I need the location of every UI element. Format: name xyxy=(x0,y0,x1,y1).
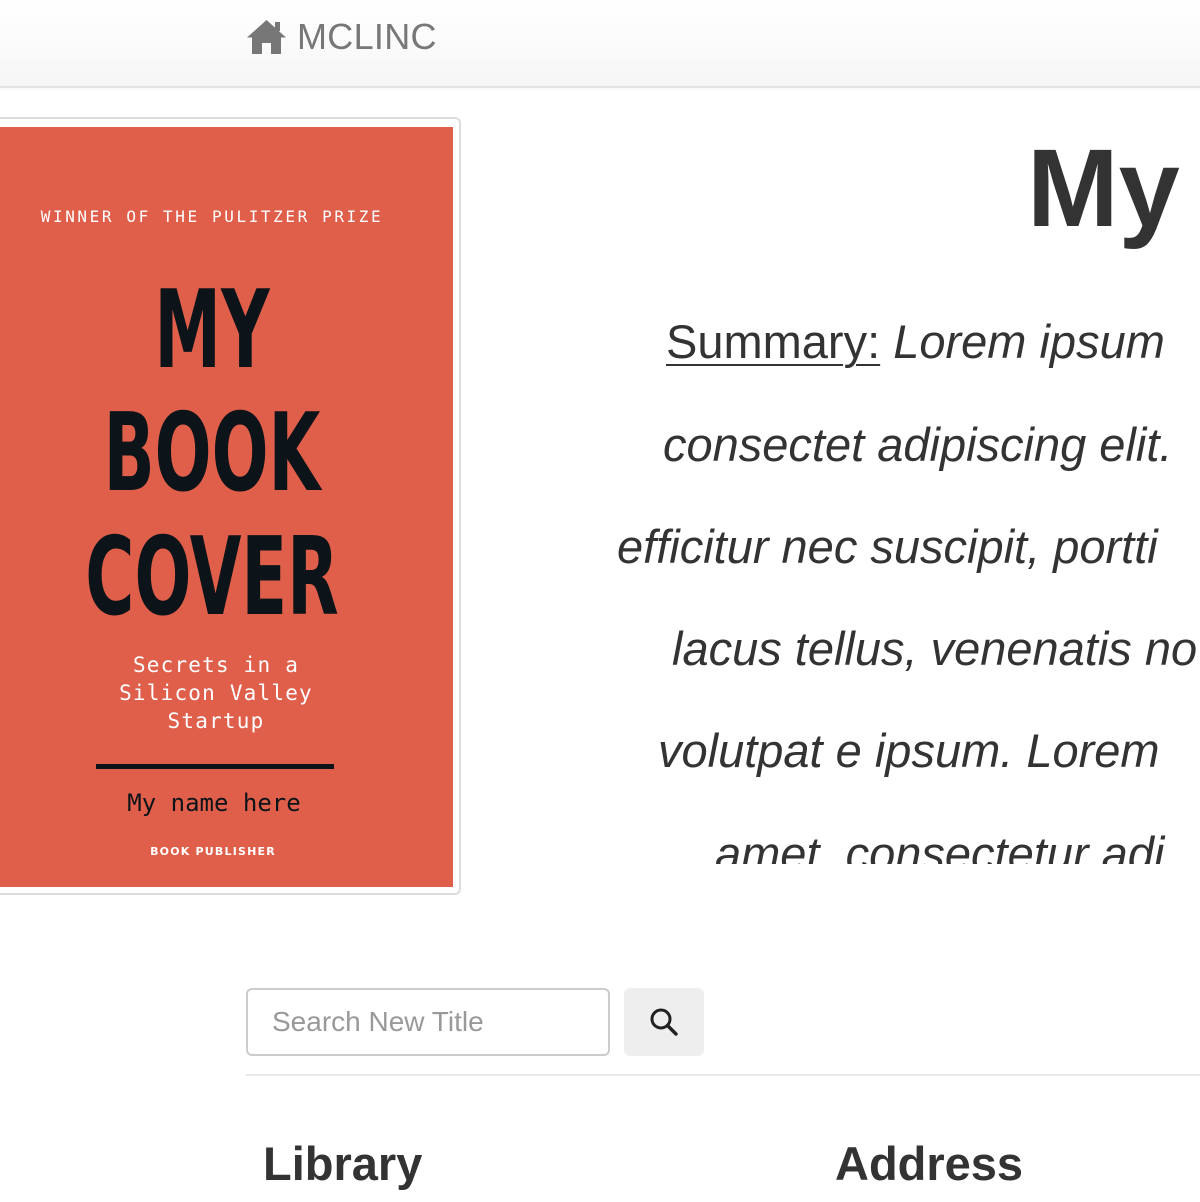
home-icon xyxy=(247,20,286,54)
summary-line: amet, consectetur adi xyxy=(715,827,1165,864)
top-navbar: MCLINC xyxy=(0,0,1200,88)
cover-title-line: MY xyxy=(154,268,270,393)
summary-line: consectet adipiscing elit. xyxy=(663,418,1173,471)
cover-divider xyxy=(96,764,334,769)
cover-subtitle-line: Silicon Valley xyxy=(119,681,313,705)
cover-subtitle-line: Secrets in a xyxy=(132,653,300,677)
search-icon xyxy=(650,1008,678,1036)
summary-line: Summary: Lorem ipsum xyxy=(666,312,1165,372)
summary-label: Summary: xyxy=(666,315,881,368)
brand-home-link[interactable]: MCLINC xyxy=(246,14,437,60)
cover-title-line: BOOK xyxy=(103,391,321,516)
search-title-input[interactable] xyxy=(246,988,610,1056)
cover-author: My name here xyxy=(127,789,301,817)
page: MCLINC WINNER OF THE PULITZER PRIZE MY B… xyxy=(0,0,1200,1202)
brand-label: MCLINC xyxy=(297,16,437,57)
cover-subtitle-line: Startup xyxy=(167,709,265,733)
column-header-address: Address xyxy=(835,1137,1024,1190)
column-header-library: Library xyxy=(263,1137,423,1190)
summary-text: Lorem ipsum xyxy=(893,315,1165,368)
summary-line: efficitur nec suscipit, portti xyxy=(617,520,1158,573)
cover-publisher: BOOK PUBLISHER xyxy=(150,845,276,858)
book-summary: Summary: Lorem ipsum consectet adipiscin… xyxy=(600,308,1200,864)
summary-line: volutpat e ipsum. Lorem xyxy=(658,724,1160,777)
cover-prize-line: WINNER OF THE PULITZER PRIZE xyxy=(40,207,384,226)
section-divider xyxy=(246,1074,1200,1076)
search-button[interactable] xyxy=(624,988,704,1056)
book-cover-image: WINNER OF THE PULITZER PRIZE MY BOOK COV… xyxy=(0,127,453,887)
book-title: My xyxy=(1027,127,1180,250)
summary-line: lacus tellus, venenatis no xyxy=(672,622,1198,675)
cover-title-line: COVER xyxy=(85,515,339,640)
